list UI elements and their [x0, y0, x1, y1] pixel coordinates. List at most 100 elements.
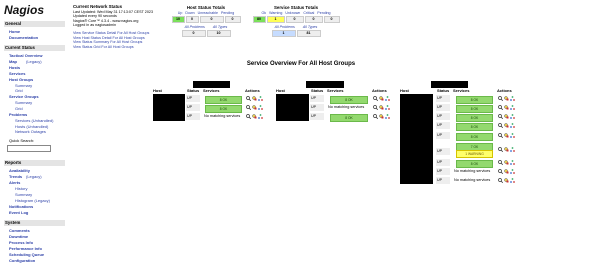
svc-hdr-pending[interactable]: Pending	[317, 11, 330, 15]
svc-hdr-all-types[interactable]: All Types	[303, 25, 318, 29]
svc-count-all-problems[interactable]: 1	[271, 30, 296, 37]
host-count-down[interactable]: 0	[185, 16, 199, 23]
svc-hdr-warning[interactable]: Warning	[269, 11, 282, 15]
network-map-icon[interactable]	[385, 105, 390, 110]
nav-alerts[interactable]: Alerts	[9, 180, 20, 185]
network-map-icon[interactable]	[510, 133, 515, 138]
nav-trends[interactable]: Trends	[9, 174, 22, 179]
nav-services[interactable]: Services	[9, 71, 25, 76]
service-warning-count[interactable]: 1 WARNING	[456, 150, 493, 158]
nav-performance-info[interactable]: Performance Info	[9, 246, 42, 251]
host-detail-icon[interactable]	[504, 123, 509, 128]
service-ok-count[interactable]: 8 OK	[456, 114, 493, 122]
nav-downtime[interactable]: Downtime	[9, 234, 28, 239]
host-detail-icon[interactable]	[252, 114, 257, 119]
host-hdr-up[interactable]: Up	[178, 11, 183, 15]
nav-documentation[interactable]: Documentation	[9, 35, 38, 40]
magnifier-icon[interactable]	[498, 169, 503, 174]
nav-servicegroups-grid[interactable]: Grid	[15, 106, 23, 111]
magnifier-icon[interactable]	[498, 123, 503, 128]
network-map-icon[interactable]	[258, 114, 263, 119]
nav-service-groups[interactable]: Service Groups	[9, 94, 39, 99]
host-detail-icon[interactable]	[504, 160, 509, 165]
quick-search-input[interactable]	[7, 145, 51, 152]
host-detail-icon[interactable]	[504, 133, 509, 138]
magnifier-icon[interactable]	[246, 114, 251, 119]
network-map-icon[interactable]	[510, 160, 515, 165]
magnifier-icon[interactable]	[373, 96, 378, 101]
nav-home[interactable]: Home	[9, 29, 20, 34]
network-map-icon[interactable]	[258, 105, 263, 110]
host-detail-icon[interactable]	[504, 96, 509, 101]
host-detail-icon[interactable]	[379, 105, 384, 110]
network-map-icon[interactable]	[510, 147, 515, 152]
magnifier-icon[interactable]	[246, 105, 251, 110]
magnifier-icon[interactable]	[498, 160, 503, 165]
service-ok-count[interactable]: 8 OK	[456, 105, 493, 113]
nav-host-groups[interactable]: Host Groups	[9, 77, 33, 82]
host-detail-icon[interactable]	[252, 105, 257, 110]
magnifier-icon[interactable]	[498, 178, 503, 183]
network-map-icon[interactable]	[258, 96, 263, 101]
nav-notifications[interactable]: Notifications	[9, 204, 33, 209]
host-count-all-problems[interactable]: 0	[181, 30, 206, 37]
host-detail-icon[interactable]	[379, 96, 384, 101]
magnifier-icon[interactable]	[498, 133, 503, 138]
nav-configuration[interactable]: Configuration	[9, 258, 35, 263]
network-map-icon[interactable]	[510, 114, 515, 119]
network-map-icon[interactable]	[510, 96, 515, 101]
host-names-redacted[interactable]	[400, 94, 433, 184]
magnifier-icon[interactable]	[498, 147, 503, 152]
host-count-all-types[interactable]: 10	[206, 30, 231, 37]
nav-alerts-history[interactable]: History	[15, 186, 27, 191]
host-hdr-down[interactable]: Down	[185, 11, 194, 15]
host-detail-icon[interactable]	[504, 105, 509, 110]
host-names-redacted[interactable]	[153, 94, 185, 121]
service-ok-count[interactable]: 8 OK	[456, 160, 493, 168]
svc-count-all-types[interactable]: 81	[296, 30, 321, 37]
service-ok-count[interactable]: 8 OK	[330, 96, 368, 104]
network-map-icon[interactable]	[510, 169, 515, 174]
service-ok-count[interactable]: 8 OK	[205, 105, 242, 113]
nav-availability[interactable]: Availability	[9, 168, 30, 173]
nav-hostgroups-grid[interactable]: Grid	[15, 88, 23, 93]
host-hdr-all-problems[interactable]: All Problems	[185, 25, 205, 29]
nav-servicegroups-summary[interactable]: Summary	[15, 100, 32, 105]
svc-count-warning[interactable]: 1	[266, 16, 285, 23]
nav-problems-services[interactable]: Services (Unhandled)	[15, 118, 53, 123]
nav-alerts-summary[interactable]: Summary	[15, 192, 32, 197]
host-detail-icon[interactable]	[504, 178, 509, 183]
network-map-icon[interactable]	[385, 96, 390, 101]
nav-comments[interactable]: Comments	[9, 228, 30, 233]
host-hdr-pending[interactable]: Pending	[221, 11, 234, 15]
host-hdr-all-types[interactable]: All Types	[213, 25, 228, 29]
network-map-icon[interactable]	[510, 105, 515, 110]
magnifier-icon[interactable]	[498, 96, 503, 101]
host-detail-icon[interactable]	[379, 114, 384, 119]
host-detail-icon[interactable]	[504, 114, 509, 119]
host-count-pending[interactable]: 0	[224, 16, 241, 23]
host-names-redacted[interactable]	[276, 94, 309, 121]
nav-event-log[interactable]: Event Log	[9, 210, 28, 215]
magnifier-icon[interactable]	[498, 114, 503, 119]
link-status-grid[interactable]: View Status Grid For All Host Groups	[73, 45, 153, 50]
magnifier-icon[interactable]	[373, 114, 378, 119]
service-ok-count[interactable]: 8 OK	[456, 96, 493, 104]
host-count-up[interactable]: 10	[171, 16, 185, 23]
nav-tactical-overview[interactable]: Tactical Overview	[9, 53, 43, 58]
host-group-name-2[interactable]	[306, 81, 344, 88]
host-detail-icon[interactable]	[504, 169, 509, 174]
magnifier-icon[interactable]	[498, 105, 503, 110]
network-map-icon[interactable]	[510, 178, 515, 183]
host-group-name-1[interactable]	[193, 81, 230, 88]
service-ok-count[interactable]: 8 OK	[205, 96, 242, 104]
nagios-logo[interactable]: Nagios	[4, 3, 44, 17]
network-map-icon[interactable]	[385, 114, 390, 119]
nav-alerts-histogram[interactable]: Histogram (Legacy)	[15, 198, 50, 203]
magnifier-icon[interactable]	[373, 105, 378, 110]
svc-count-critical[interactable]: 0	[304, 16, 323, 23]
svc-hdr-ok[interactable]: Ok	[261, 11, 266, 15]
svc-count-pending[interactable]: 0	[323, 16, 340, 23]
link-service-detail[interactable]: View Service Status Detail For All Host …	[73, 31, 153, 36]
host-detail-icon[interactable]	[504, 147, 509, 152]
